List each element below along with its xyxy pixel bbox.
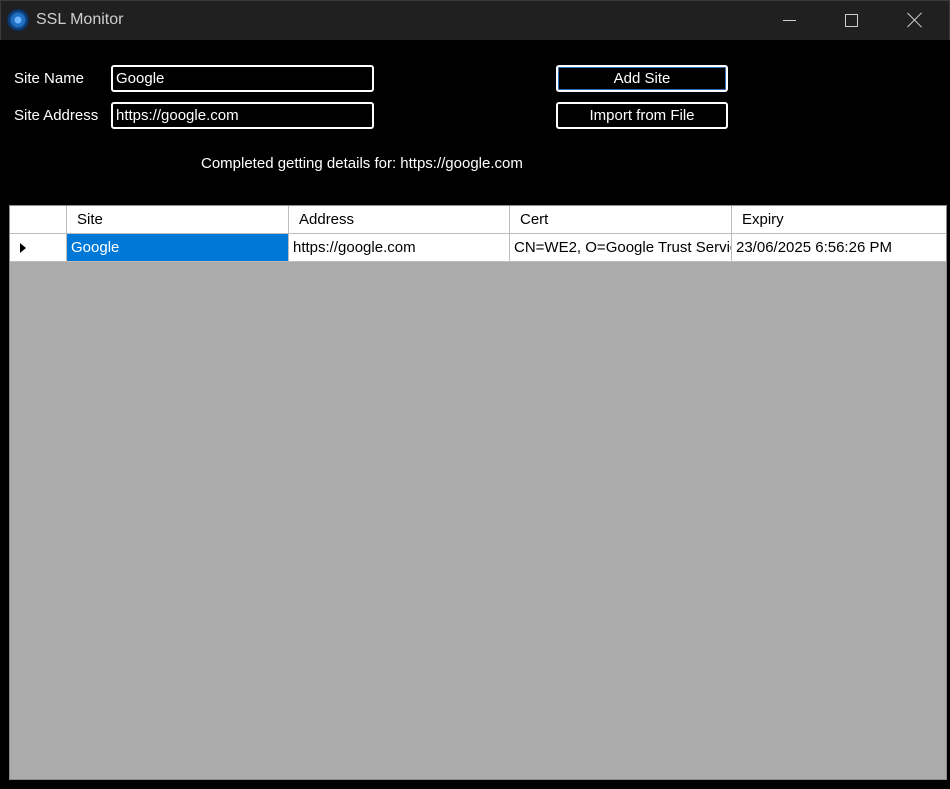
maximize-icon	[844, 13, 858, 27]
title-bar[interactable]: SSL Monitor	[0, 0, 950, 40]
column-header-cert[interactable]: Cert	[510, 206, 732, 233]
column-header-address[interactable]: Address	[289, 206, 510, 233]
cell-site[interactable]: Google	[67, 234, 289, 261]
row-header[interactable]	[10, 234, 67, 261]
site-address-label: Site Address	[14, 107, 99, 124]
app-globe-icon	[7, 9, 29, 31]
close-button[interactable]	[883, 1, 947, 39]
cell-expiry[interactable]: 23/06/2025 6:56:26 PM	[732, 234, 946, 261]
add-site-button[interactable]: Add Site	[556, 65, 728, 92]
current-row-arrow-icon	[20, 242, 26, 253]
status-message: Completed getting details for: https://g…	[201, 155, 523, 172]
minimize-button[interactable]	[757, 1, 821, 39]
site-name-label: Site Name	[14, 70, 85, 87]
cell-cert[interactable]: CN=WE2, O=Google Trust Services, C=US	[510, 234, 732, 261]
import-from-file-button[interactable]: Import from File	[556, 102, 728, 129]
table-row[interactable]: Google https://google.com CN=WE2, O=Goog…	[10, 234, 946, 262]
window-title: SSL Monitor	[36, 11, 124, 28]
close-icon	[907, 12, 923, 28]
grid-header-row: Site Address Cert Expiry	[10, 206, 946, 234]
column-header-expiry[interactable]: Expiry	[732, 206, 946, 233]
maximize-button[interactable]	[819, 1, 883, 39]
cell-address[interactable]: https://google.com	[289, 234, 510, 261]
minimize-icon	[782, 19, 796, 21]
site-address-input[interactable]	[111, 102, 374, 129]
row-header-corner[interactable]	[10, 206, 67, 233]
column-header-site[interactable]: Site	[67, 206, 289, 233]
sites-grid[interactable]: Site Address Cert Expiry Google https://…	[9, 205, 947, 780]
site-name-input[interactable]	[111, 65, 374, 92]
